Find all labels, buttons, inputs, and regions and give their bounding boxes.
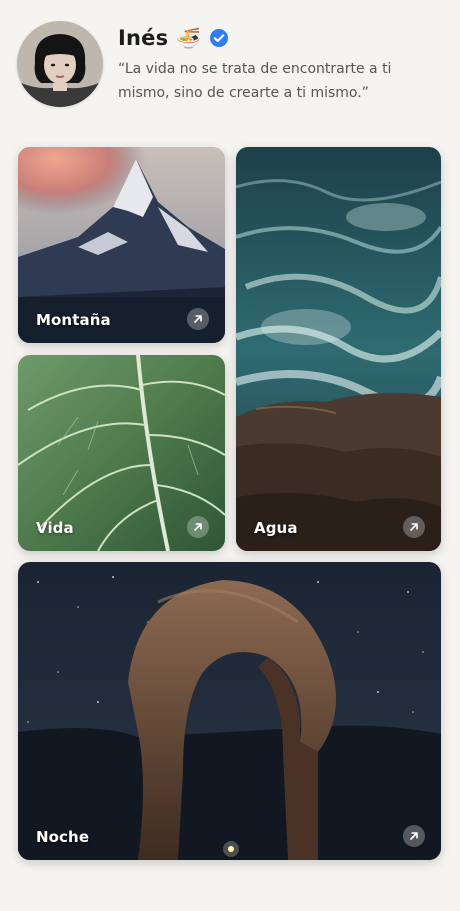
card-label: Vida (36, 519, 74, 537)
arrow-up-right-icon[interactable] (187, 516, 209, 538)
noodles-emoji-icon: 🍜 (176, 26, 202, 50)
arrow-up-right-icon[interactable] (403, 825, 425, 847)
profile-header: Inés 🍜 “La vida no se trata de encontrar… (17, 21, 447, 111)
card-label: Agua (254, 519, 298, 537)
card-noche[interactable]: Noche (18, 562, 441, 860)
card-label: Montaña (36, 311, 111, 329)
verified-badge-icon (209, 28, 229, 48)
avatar-image (17, 21, 103, 107)
profile-name: Inés (118, 26, 169, 50)
card-montana[interactable]: Montaña (18, 147, 225, 343)
card-agua[interactable]: Agua (236, 147, 441, 551)
arrow-up-right-icon[interactable] (403, 516, 425, 538)
avatar[interactable] (17, 21, 103, 107)
arrow-up-right-icon[interactable] (187, 308, 209, 330)
profile-quote: “La vida no se trata de encontrarte a ti… (118, 61, 392, 101)
card-vida[interactable]: Vida (18, 355, 225, 551)
ocean-image (236, 147, 441, 551)
night-arch-image (18, 562, 441, 860)
name-row: Inés 🍜 (118, 23, 229, 53)
card-label: Noche (36, 828, 90, 846)
